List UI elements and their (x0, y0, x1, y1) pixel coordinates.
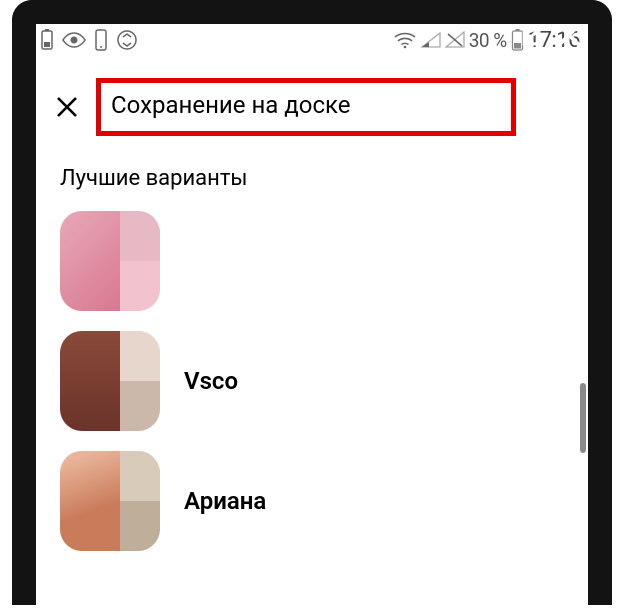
eye-icon (62, 32, 86, 48)
device-frame: 30 % 17:16 Сохранение на доске Лучшие ва… (12, 0, 612, 605)
board-item[interactable] (54, 201, 570, 321)
status-bar: 30 % 17:16 (36, 24, 588, 56)
board-name: Vsco (184, 367, 238, 395)
scrollbar-thumb[interactable] (580, 383, 586, 453)
board-thumbnail (60, 331, 160, 431)
sync-icon (116, 29, 138, 51)
signal-icon (421, 32, 441, 48)
phone-icon (94, 29, 108, 51)
open-external-icon[interactable] (518, 20, 548, 54)
close-frame-icon[interactable] (554, 20, 584, 54)
title-highlight-box: Сохранение на доске (96, 78, 516, 136)
frame-controls (518, 20, 584, 54)
section-label: Лучшие варианты (36, 136, 588, 201)
page-title: Сохранение на доске (111, 91, 501, 119)
board-thumbnail (60, 211, 160, 311)
board-name: Ариана (184, 487, 266, 515)
board-item[interactable]: Vsco (54, 321, 570, 441)
board-list: Vsco Ариана (36, 201, 588, 601)
header-row: Сохранение на доске (36, 56, 588, 136)
close-button[interactable] (52, 92, 82, 122)
battery-percent: 30 % (469, 29, 507, 52)
board-thumbnail (60, 451, 160, 551)
board-item[interactable]: Ариана (54, 441, 570, 561)
wifi-icon (393, 31, 417, 49)
no-sim-icon (445, 31, 465, 49)
battery-indicator-icon (40, 29, 54, 51)
